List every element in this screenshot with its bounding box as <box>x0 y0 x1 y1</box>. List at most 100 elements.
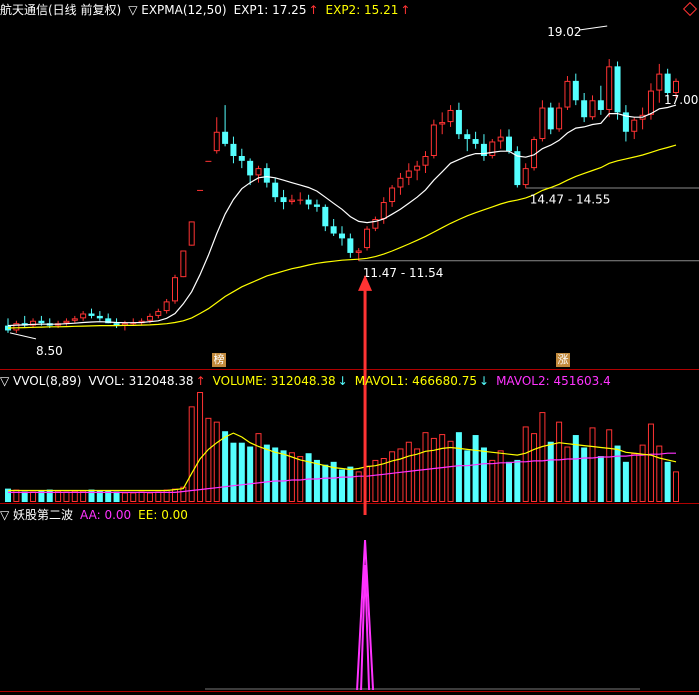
volume-bar <box>514 459 521 502</box>
candle-body <box>247 160 254 176</box>
candle-body <box>673 80 679 93</box>
volume-bar <box>447 440 454 503</box>
candle-body <box>506 136 512 152</box>
exp1-value: EXP1: 17.25 ↑ <box>234 1 319 19</box>
candle-body <box>647 90 654 115</box>
candle-body <box>589 100 596 118</box>
candle-body <box>597 100 604 110</box>
candle-body <box>405 170 412 178</box>
volume-bar <box>372 459 379 503</box>
candle-body <box>197 189 204 191</box>
low-price-label: 8.50 <box>36 344 63 358</box>
candle-body <box>464 134 471 140</box>
signal-spike <box>356 539 375 691</box>
candle-body <box>472 139 479 144</box>
volume-bar <box>589 427 596 502</box>
volume-bar <box>380 458 387 502</box>
volume-bar <box>197 392 204 502</box>
candle-body <box>238 156 245 161</box>
volume-bar <box>547 441 554 502</box>
candle-body <box>581 100 588 118</box>
candle-body <box>180 250 187 278</box>
candle-body <box>322 206 329 227</box>
volume-bar <box>63 491 70 503</box>
candle-body <box>38 320 45 324</box>
volume-bar <box>21 491 28 502</box>
volume-bar <box>664 461 671 502</box>
exp1-line <box>7 104 677 327</box>
exp2-value: EXP2: 15.21 ↑ <box>326 1 411 19</box>
candle-body <box>163 301 170 312</box>
vvol-label: VVOL: 312048.38 <box>88 374 194 388</box>
volume-bar <box>88 489 95 502</box>
volume-bar <box>255 433 262 502</box>
stock-chart[interactable]: 19.02 17.00 8.50 14.47 - 14.55 11.47 - 11.54 <box>0 0 699 695</box>
volume-bar <box>339 469 345 502</box>
candle-body <box>439 122 446 125</box>
candle-body <box>447 109 454 123</box>
candle-body <box>572 80 579 101</box>
volume-label: VOLUME: 312048.38 <box>212 374 336 388</box>
candle-body <box>230 143 237 156</box>
volume-bar <box>464 450 471 502</box>
low-pointer-line <box>9 332 37 340</box>
candle-body <box>489 141 496 156</box>
volume-bar <box>556 421 563 502</box>
volume-bar <box>13 489 20 502</box>
support-range-label: 11.47 - 11.54 <box>363 266 444 280</box>
support-range-label: 14.47 - 14.55 <box>530 193 611 207</box>
volume-bar <box>480 447 487 502</box>
volume-bar <box>414 448 421 502</box>
candle-body <box>497 136 504 142</box>
exp2-label: EXP2: 15.21 <box>325 3 399 17</box>
arrow-down-icon: ↓ <box>337 374 348 388</box>
candle-body <box>155 311 162 316</box>
candle-body <box>297 199 304 201</box>
volume-panel-header: ▽ VVOL(8,89) VVOL: 312048.38 ↑ VOLUME: 3120… <box>0 372 618 390</box>
candle-body <box>397 177 404 188</box>
mavol2-value: MAVOL2: 451603.4 <box>496 374 611 388</box>
volume-bar <box>347 466 354 502</box>
candle-body <box>88 313 95 316</box>
candle-body <box>564 80 571 108</box>
bang-marker[interactable]: 榜 <box>212 353 226 367</box>
volume-bar <box>263 444 270 502</box>
candle-body <box>631 119 638 132</box>
candle-body <box>96 315 103 319</box>
yaogu-indicator-label[interactable]: ▽ 妖股第二波 <box>0 506 73 524</box>
high-price-label: 19.02 <box>547 25 581 39</box>
candle-body <box>339 233 345 239</box>
stock-title[interactable]: 航天通信(日线 前复权) <box>0 1 121 19</box>
candle-body <box>664 73 671 93</box>
candle-body <box>330 226 337 234</box>
volume-bar <box>222 431 229 502</box>
volume-bar <box>564 446 571 502</box>
vvol-indicator-label[interactable]: ▽ VVOL(8,89) <box>0 372 81 390</box>
candle-body <box>606 66 613 110</box>
candle-body <box>146 315 153 321</box>
volume-bar <box>155 491 162 503</box>
volume-bar <box>172 488 178 503</box>
candle-body <box>556 107 563 130</box>
exp1-label: EXP1: 17.25 <box>233 3 307 17</box>
volume-bar <box>46 489 53 502</box>
volume-bar <box>597 456 604 502</box>
volume-bar <box>280 450 287 502</box>
volume-bar <box>622 461 629 502</box>
volume-bar <box>297 456 304 502</box>
volume-bar <box>230 442 237 502</box>
volume-bar <box>539 412 546 502</box>
expma-indicator-label[interactable]: ▽ EXPMA(12,50) <box>128 1 226 19</box>
candle-body <box>389 187 396 203</box>
volume-bar <box>247 446 254 502</box>
candle-body <box>522 168 529 186</box>
aa-value: AA: 0.00 <box>80 508 132 522</box>
candle-body <box>455 109 462 135</box>
candle-body <box>430 124 437 156</box>
candle-body <box>280 197 287 203</box>
volume-bar <box>581 447 588 502</box>
candle-body <box>288 199 295 203</box>
ee-value: EE: 0.00 <box>138 508 188 522</box>
volume-bar <box>472 435 479 502</box>
zhang-marker[interactable]: 涨 <box>556 353 570 367</box>
